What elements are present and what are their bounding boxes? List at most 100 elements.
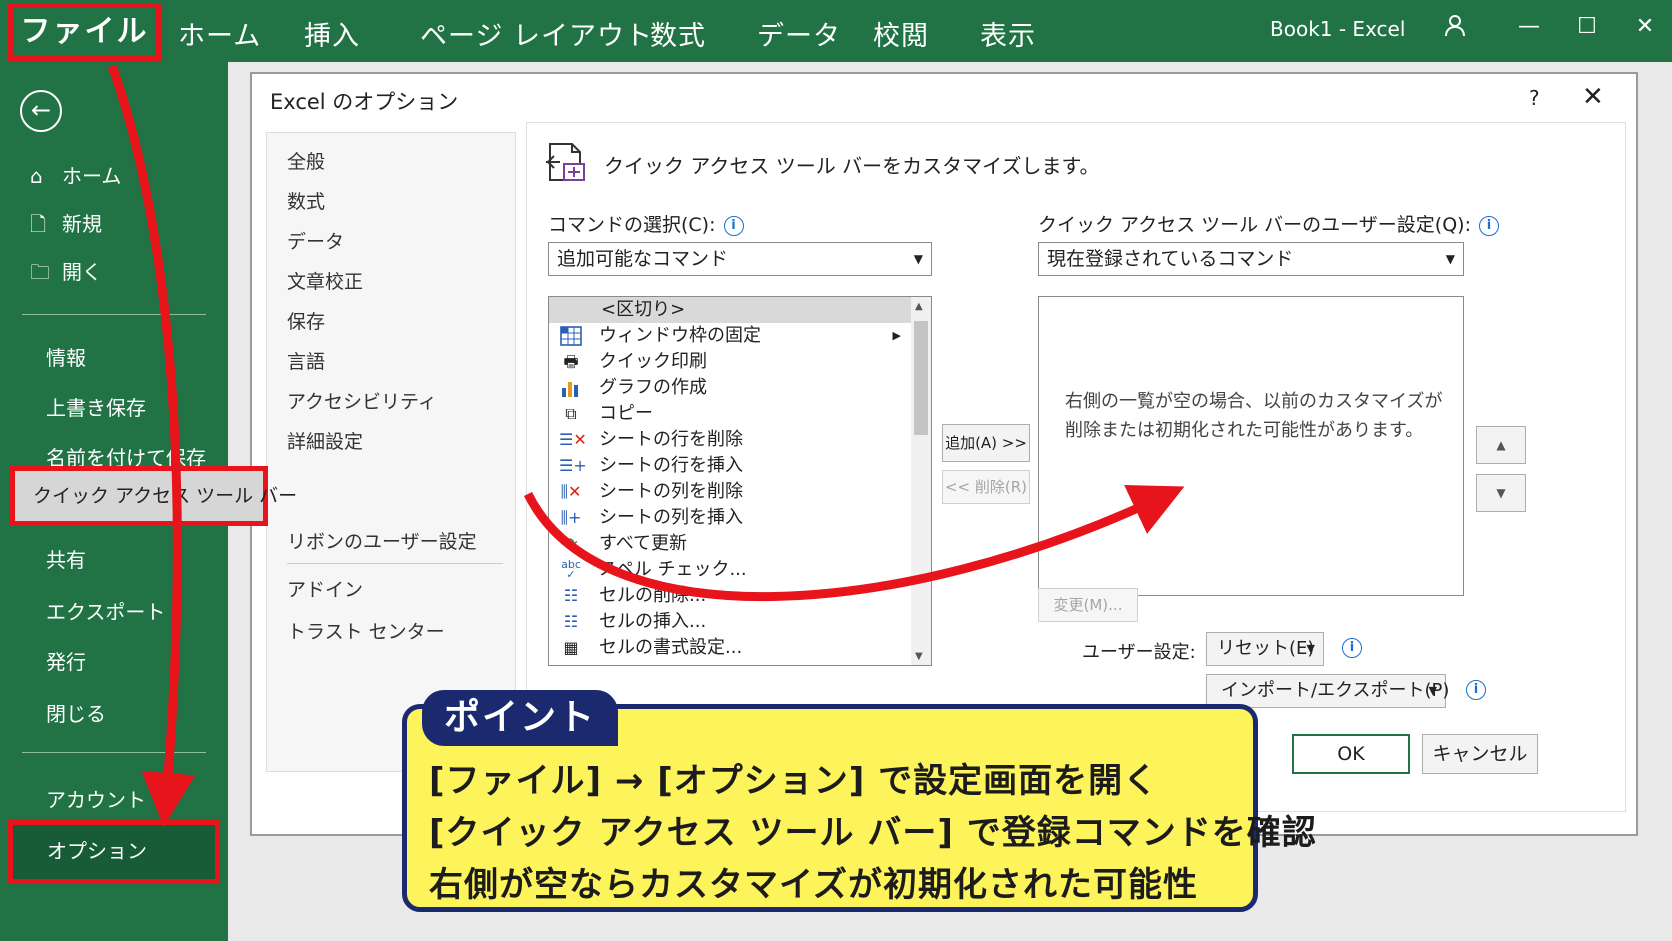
nav-formulas[interactable]: 数式 — [287, 187, 325, 214]
nav-general[interactable]: 全般 — [287, 147, 325, 174]
command-list-scrollbar[interactable]: ▲ ▼ — [911, 297, 931, 665]
list-item[interactable]: 🖶 クイック印刷 — [549, 349, 911, 375]
backstage-new-label: 新規 — [62, 212, 102, 236]
list-item[interactable]: ☰+ シートの行を挿入 — [549, 453, 911, 479]
nav-accessibility[interactable]: アクセシビリティ — [287, 387, 437, 414]
info-icon[interactable]: i — [1478, 216, 1499, 236]
command-list[interactable]: <区切り> ウィンドウ枠の固定 ▶ 🖶 クイック印刷 グラフの作成 ⧉ コピー ☰✕ シ… — [548, 296, 932, 666]
empty-list-note: 右側の一覧が空の場合、以前のカスタマイズが 削除または初期化された可能性がありま… — [1065, 387, 1442, 445]
list-item-label: すべて更新 — [599, 533, 688, 554]
qat-command-list[interactable]: 右側の一覧が空の場合、以前のカスタマイズが 削除または初期化された可能性がありま… — [1038, 296, 1464, 596]
backstage-divider — [22, 752, 206, 753]
window-title: Book1 - Excel — [1270, 17, 1406, 41]
list-item[interactable]: ⟳ すべて更新 — [549, 531, 911, 557]
scroll-up-icon[interactable]: ▲ — [915, 301, 923, 312]
list-item-label: シートの列を挿入 — [599, 507, 743, 528]
tab-data[interactable]: データ — [757, 14, 841, 53]
nav-proofing[interactable]: 文章校正 — [287, 267, 363, 294]
cancel-button[interactable]: キャンセル — [1422, 734, 1538, 774]
tab-formulas[interactable]: 数式 — [650, 14, 706, 53]
open-folder-icon: 🗀 — [30, 260, 50, 284]
list-item[interactable]: ▦ セルの書式設定... — [549, 635, 911, 661]
maximize-icon[interactable]: ☐ — [1572, 14, 1602, 39]
modify-button[interactable]: 変更(M)... — [1038, 588, 1138, 622]
list-item[interactable]: ☷ セルの削除... — [549, 583, 911, 609]
nav-quick-access-toolbar[interactable]: クイック アクセス ツール バー — [10, 466, 297, 526]
info-icon[interactable]: i — [723, 216, 744, 236]
reset-button[interactable]: リセット(E) ▼ — [1206, 632, 1324, 666]
choose-commands-dropdown[interactable]: 追加可能なコマンド ▼ — [548, 242, 932, 276]
minimize-icon[interactable]: — — [1514, 14, 1544, 39]
backstage-new[interactable]: 🗋 新規 — [30, 208, 102, 244]
nav-addins[interactable]: アドイン — [287, 575, 363, 602]
backstage-share[interactable]: 共有 — [46, 544, 86, 573]
backstage-home[interactable]: ⌂ ホーム — [30, 160, 121, 189]
backstage-open[interactable]: 🗀 開く — [30, 256, 102, 292]
tab-review[interactable]: 校閲 — [873, 14, 929, 53]
list-item-label: ウィンドウ枠の固定 — [599, 325, 761, 346]
empty-note-line: 削除または初期化された可能性があります。 — [1065, 420, 1424, 441]
backstage-options[interactable]: オプション — [8, 820, 220, 884]
remove-button[interactable]: << 削除(R) — [942, 470, 1030, 504]
list-item[interactable]: ⧉ コピー — [549, 401, 911, 427]
dialog-title: Excel のオプション — [270, 90, 459, 114]
choose-commands-label: コマンドの選択(C): i — [548, 210, 744, 237]
list-item[interactable]: グラフの作成 — [549, 375, 911, 401]
insert-column-icon: ⫼+ — [560, 508, 582, 527]
tab-home[interactable]: ホーム — [178, 14, 261, 53]
customize-heading: クイック アクセス ツール バーをカスタマイズします。 — [604, 154, 1100, 178]
info-icon[interactable]: i — [1466, 680, 1486, 700]
qat-settings-text: クイック アクセス ツール バーのユーザー設定(Q): — [1038, 214, 1471, 236]
scroll-down-icon[interactable]: ▼ — [915, 651, 923, 662]
help-icon[interactable]: ? — [1529, 86, 1540, 110]
backstage-close[interactable]: 閉じる — [46, 698, 106, 727]
qat-settings-dropdown[interactable]: 現在登録されているコマンド ▼ — [1038, 242, 1464, 276]
backstage-info[interactable]: 情報 — [46, 342, 86, 371]
tab-file[interactable]: ファイル — [8, 3, 161, 61]
list-item-label: セルの挿入... — [599, 611, 707, 632]
list-item[interactable]: <区切り> — [549, 297, 911, 323]
move-up-button[interactable]: ▲ — [1476, 426, 1526, 464]
nav-customize-ribbon[interactable]: リボンのユーザー設定 — [287, 527, 477, 554]
freeze-panes-icon — [559, 326, 583, 346]
import-export-button[interactable]: インポート/エクスポート(P) ▼ — [1206, 674, 1449, 708]
backstage-export[interactable]: エクスポート — [46, 596, 165, 625]
nav-trust-center[interactable]: トラスト センター — [287, 617, 445, 644]
tab-insert[interactable]: 挿入 — [304, 14, 360, 53]
scroll-thumb[interactable] — [914, 321, 928, 435]
move-down-button[interactable]: ▼ — [1476, 474, 1526, 512]
ok-button[interactable]: OK — [1292, 734, 1410, 774]
list-item[interactable]: ☰✕ シートの行を削除 — [549, 427, 911, 453]
list-item[interactable]: ☷ セルの挿入... — [549, 609, 911, 635]
nav-save[interactable]: 保存 — [287, 307, 325, 334]
options-nav: 全般 数式 データ 文章校正 保存 言語 アクセシビリティ 詳細設定 リボンのユ… — [266, 132, 516, 772]
list-item[interactable]: ウィンドウ枠の固定 ▶ — [549, 323, 911, 349]
tab-view[interactable]: 表示 — [980, 14, 1036, 53]
backstage-publish[interactable]: 発行 — [46, 646, 86, 675]
list-item-label: シートの列を削除 — [599, 481, 743, 502]
backstage-save[interactable]: 上書き保存 — [46, 392, 146, 421]
ribbon-bar: ファイル ホーム 挿入 ページ レイアウト 数式 データ 校閲 表示 Book1… — [0, 0, 1672, 62]
tab-page-layout[interactable]: ページ レイアウト — [420, 14, 653, 53]
nav-advanced[interactable]: 詳細設定 — [287, 427, 363, 454]
nav-language[interactable]: 言語 — [287, 347, 325, 374]
list-item[interactable]: abc ✓ スペル チェック... — [549, 557, 911, 583]
account-icon[interactable] — [1440, 14, 1470, 44]
close-icon[interactable]: ✕ — [1582, 82, 1604, 112]
list-item[interactable]: ⫼+ シートの列を挿入 — [549, 505, 911, 531]
delete-cells-icon: ☷ — [563, 586, 579, 605]
delete-row-icon: ☰✕ — [559, 430, 587, 449]
info-icon[interactable]: i — [1342, 638, 1362, 658]
nav-data[interactable]: データ — [287, 227, 344, 254]
add-button[interactable]: 追加(A) >> — [942, 424, 1030, 462]
close-window-icon[interactable]: ✕ — [1630, 14, 1660, 39]
list-item[interactable]: ⫼✕ シートの列を削除 — [549, 479, 911, 505]
chevron-down-icon: ▼ — [1306, 642, 1315, 655]
submenu-arrow-icon: ▶ — [892, 329, 901, 342]
back-arrow-icon[interactable]: ← — [20, 90, 62, 132]
backstage-account[interactable]: アカウント — [46, 784, 146, 813]
list-item-label: シートの行を挿入 — [599, 455, 743, 476]
list-item-label: シートの行を削除 — [599, 429, 743, 450]
new-document-icon: 🗋 — [30, 212, 47, 236]
choose-commands-value: 追加可能なコマンド — [557, 248, 729, 270]
